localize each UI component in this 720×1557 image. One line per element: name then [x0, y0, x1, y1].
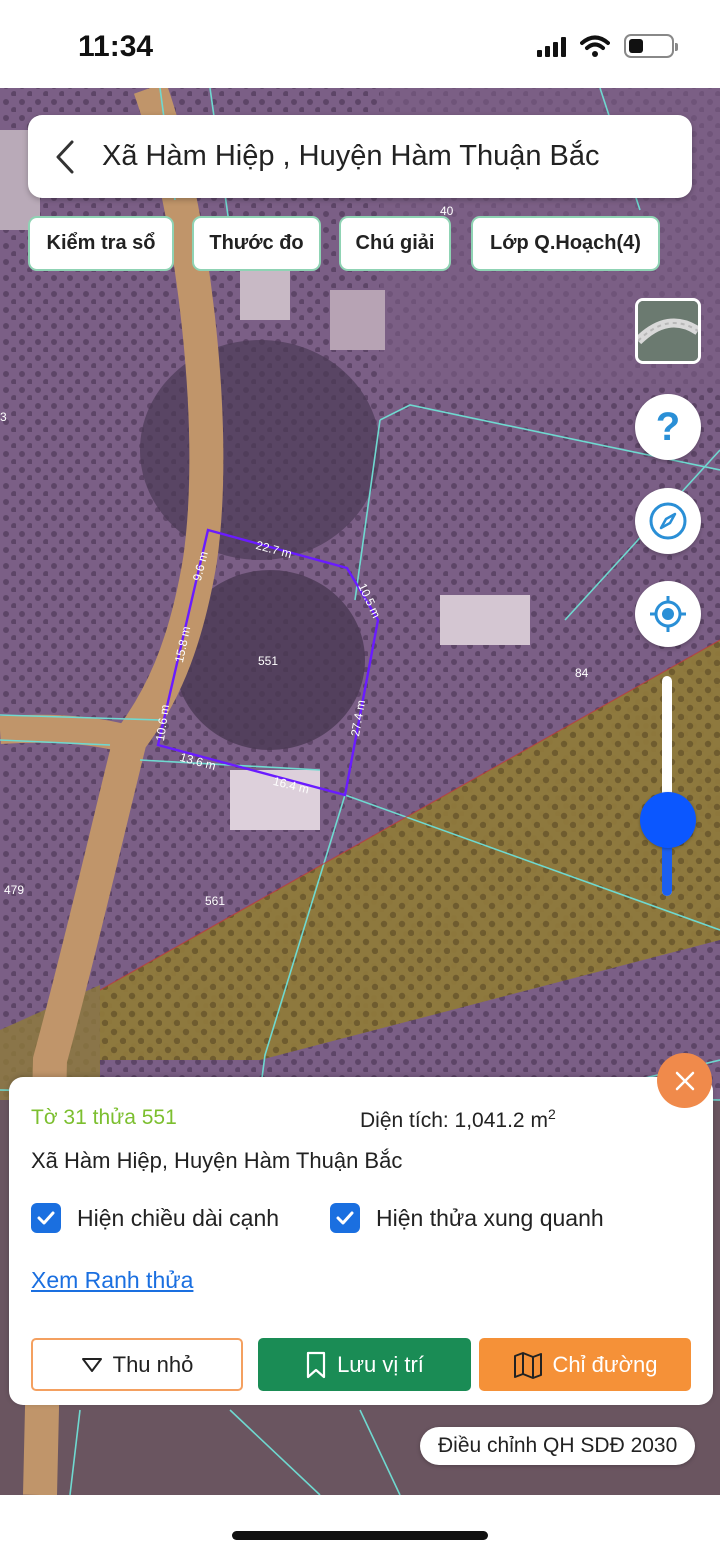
- status-bar: 11:34: [0, 0, 720, 88]
- chevron-left-icon: [56, 140, 74, 173]
- checkbox-checked-icon[interactable]: [31, 1203, 61, 1233]
- compass-icon: [649, 502, 687, 540]
- triangle-down-icon: [81, 1357, 102, 1372]
- status-icons: [537, 34, 678, 58]
- shrink-button[interactable]: Thu nhỏ: [31, 1338, 243, 1391]
- parcel-id: Tờ 31 thửa 551: [31, 1106, 177, 1129]
- help-button[interactable]: ?: [635, 394, 701, 460]
- directions-button[interactable]: Chỉ đường: [479, 1338, 691, 1391]
- show-edge-lengths-toggle[interactable]: Hiện chiều dài cạnh: [31, 1203, 279, 1233]
- help-icon: ?: [655, 404, 681, 449]
- parcel-number-south: 561: [205, 894, 226, 908]
- back-button[interactable]: [28, 115, 102, 198]
- locate-me-button[interactable]: [635, 581, 701, 647]
- measure-chip[interactable]: Thước đo: [192, 216, 321, 271]
- shrink-button-label: Thu nhỏ: [112, 1351, 194, 1377]
- parcel-number-east: 84: [575, 666, 589, 680]
- status-time: 11:34: [78, 30, 154, 63]
- bookmark-icon: [306, 1351, 326, 1378]
- show-edge-lengths-label: Hiện chiều dài cạnh: [77, 1204, 280, 1231]
- compass-button[interactable]: [635, 488, 701, 554]
- parcel-address: Xã Hàm Hiệp, Huyện Hàm Thuận Bắc: [31, 1148, 403, 1173]
- checkbox-checked-icon[interactable]: [330, 1203, 360, 1233]
- close-panel-button[interactable]: [657, 1053, 712, 1108]
- show-neighbors-label: Hiện thửa xung quanh: [376, 1204, 604, 1231]
- parcel-number-west: 3: [0, 410, 7, 424]
- save-location-label: Lưu vị trí: [337, 1351, 424, 1377]
- zoom-slider-thumb[interactable]: [640, 792, 696, 848]
- cellular-signal-icon: [537, 35, 566, 57]
- view-boundary-link[interactable]: Xem Ranh thửa: [31, 1267, 193, 1294]
- planning-version-badge[interactable]: Điều chỉnh QH SDĐ 2030: [420, 1427, 696, 1465]
- show-neighbors-toggle[interactable]: Hiện thửa xung quanh: [330, 1203, 604, 1233]
- location-title: Xã Hàm Hiệp , Huyện Hàm Thuận Bắc: [102, 140, 600, 172]
- home-bar: [0, 1495, 720, 1557]
- satellite-thumbnail-icon: [638, 301, 698, 361]
- planning-layer-chip[interactable]: Lớp Q.Hoạch(4): [471, 216, 660, 271]
- directions-label: Chỉ đường: [552, 1351, 658, 1377]
- close-icon: [675, 1071, 694, 1090]
- check-book-chip[interactable]: Kiểm tra sổ: [28, 216, 174, 271]
- parcel-number-southwest: 479: [4, 883, 25, 897]
- save-location-button[interactable]: Lưu vị trí: [258, 1338, 471, 1391]
- legend-chip[interactable]: Chú giải: [339, 216, 451, 271]
- parcel-number-main: 551: [258, 654, 279, 668]
- location-header: Xã Hàm Hiệp , Huyện Hàm Thuận Bắc: [28, 115, 692, 198]
- map-icon: [513, 1351, 542, 1379]
- home-indicator[interactable]: [232, 1531, 488, 1540]
- parcel-area: Diện tích: 1,041.2 m2: [360, 1106, 556, 1132]
- zoom-slider-track[interactable]: [662, 676, 672, 896]
- parcel-info-panel: Tờ 31 thửa 551 Diện tích: 1,041.2 m2 Xã …: [9, 1077, 713, 1405]
- wifi-icon: [580, 35, 610, 57]
- battery-icon: [624, 34, 678, 58]
- crosshair-location-icon: [650, 596, 686, 632]
- basemap-toggle-button[interactable]: [635, 298, 701, 364]
